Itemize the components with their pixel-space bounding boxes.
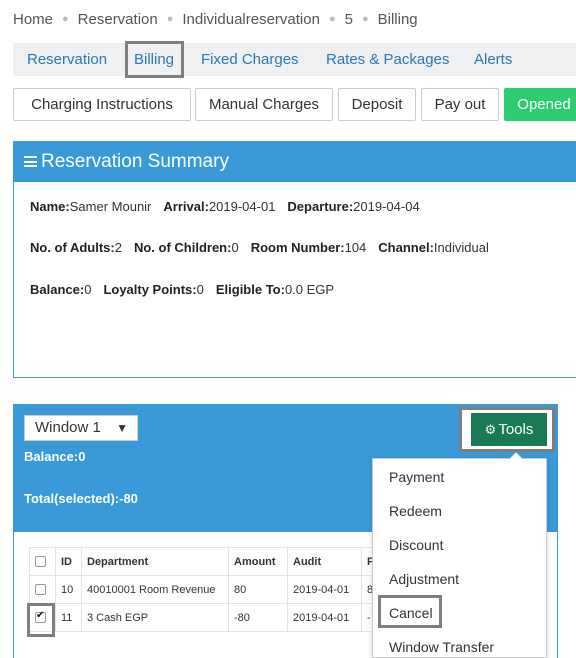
manual-charges-button[interactable]: Manual Charges bbox=[195, 88, 333, 121]
cogs-icon: ⚙ bbox=[484, 422, 497, 437]
room-number: 104 bbox=[344, 240, 367, 255]
row-checkbox[interactable] bbox=[35, 583, 46, 595]
menu-item-discount[interactable]: Discount bbox=[389, 537, 443, 553]
tools-dropdown-menu: Payment Redeem Discount Adjustment Cance… bbox=[372, 452, 547, 658]
reservation-summary-panel: Reservation Summary ❯ Name:Samer MounirA… bbox=[13, 141, 576, 378]
cell-id: 10 bbox=[55, 575, 82, 604]
window-select[interactable]: Window 1 ▼ bbox=[24, 415, 138, 441]
summary-row-stay: No. of Adults:2 No. of Children:0 Room Num… bbox=[30, 240, 489, 255]
summary-row-guest: Name:Samer Mounir Arrival:2019-04-01 Depar… bbox=[30, 199, 420, 214]
caret-down-icon: ▼ bbox=[116, 421, 128, 435]
menu-item-adjustment[interactable]: Adjustment bbox=[389, 571, 459, 587]
tools-button-label: Tools bbox=[498, 421, 534, 438]
cancel-item-highlight bbox=[378, 595, 442, 628]
cell-amount: 80 bbox=[228, 575, 288, 604]
breadcrumb-id[interactable]: 5 bbox=[345, 11, 353, 28]
column-header-department[interactable]: Department bbox=[81, 547, 229, 576]
tab-alerts[interactable]: Alerts bbox=[474, 43, 512, 76]
breadcrumb-home[interactable]: Home bbox=[13, 11, 53, 28]
breadcrumb-separator: ● bbox=[361, 13, 369, 25]
window-balance: Balance:0 bbox=[24, 449, 86, 464]
summary-row-balance: Balance:0 Loyalty Points:0 Eligible To:0.0… bbox=[30, 282, 335, 297]
select-all-checkbox[interactable] bbox=[35, 555, 46, 567]
table-row[interactable]: 10 40010001 Room Revenue 80 2019-04-01 8 bbox=[29, 575, 382, 604]
cell-amount: -80 bbox=[228, 603, 288, 632]
cell-audit: 2019-04-01 bbox=[287, 603, 362, 632]
deposit-button[interactable]: Deposit bbox=[338, 88, 416, 121]
select-all-cell bbox=[29, 547, 56, 576]
breadcrumb: Home ● Reservation ● Individualreservation ● 5… bbox=[13, 11, 418, 28]
departure-date: 2019-04-04 bbox=[353, 199, 420, 214]
tab-reservation[interactable]: Reservation bbox=[27, 43, 107, 76]
tab-bar: Reservation Billing Fixed Charges Rates … bbox=[13, 43, 576, 76]
cell-id: 11 bbox=[55, 603, 82, 632]
summary-balance: 0 bbox=[84, 282, 92, 297]
window-select-value: Window 1 bbox=[35, 419, 101, 436]
menu-icon bbox=[24, 156, 37, 167]
opened-button[interactable]: Opened bbox=[504, 88, 576, 121]
table-header-row: ID Department Amount Audit F bbox=[29, 547, 382, 576]
guest-name: Samer Mounir bbox=[69, 199, 152, 214]
breadcrumb-reservation[interactable]: Reservation bbox=[78, 11, 158, 28]
reservation-summary-header[interactable]: Reservation Summary ❯ bbox=[14, 142, 576, 182]
billing-tab-highlight bbox=[125, 41, 184, 78]
breadcrumb-current: Billing bbox=[377, 11, 418, 28]
table-row[interactable]: 11 3 Cash EGP -80 2019-04-01 - bbox=[29, 603, 382, 632]
breadcrumb-separator: ● bbox=[62, 13, 69, 25]
charges-table: ID Department Amount Audit F 10 40010001… bbox=[29, 547, 382, 632]
pay-out-button[interactable]: Pay out bbox=[421, 88, 499, 121]
tab-rates-packages[interactable]: Rates & Packages bbox=[326, 43, 449, 76]
menu-item-window-transfer[interactable]: Window Transfer bbox=[389, 639, 494, 655]
column-header-amount[interactable]: Amount bbox=[228, 547, 288, 576]
loyalty-points: 0 bbox=[196, 282, 204, 297]
adults-count: 2 bbox=[114, 240, 122, 255]
children-count: 0 bbox=[231, 240, 239, 255]
cell-department: 3 Cash EGP bbox=[81, 603, 229, 632]
checkbox-highlight bbox=[27, 603, 55, 637]
column-header-id[interactable]: ID bbox=[55, 547, 82, 576]
channel: Individual bbox=[433, 240, 489, 255]
breadcrumb-individualreservation[interactable]: Individualreservation bbox=[182, 11, 320, 28]
eligible-to: 0.0 EGP bbox=[284, 282, 335, 297]
arrival-date: 2019-04-01 bbox=[208, 199, 276, 214]
window-total-selected: Total(selected):-80 bbox=[24, 491, 138, 506]
tools-button[interactable]: ⚙ Tools bbox=[471, 413, 547, 446]
breadcrumb-separator: ● bbox=[328, 13, 336, 25]
menu-item-redeem[interactable]: Redeem bbox=[389, 503, 442, 519]
column-header-audit[interactable]: Audit bbox=[287, 547, 362, 576]
reservation-summary-title: Reservation Summary bbox=[41, 151, 229, 172]
menu-item-payment[interactable]: Payment bbox=[389, 469, 444, 485]
cell-audit: 2019-04-01 bbox=[287, 575, 362, 604]
tab-fixed-charges[interactable]: Fixed Charges bbox=[201, 43, 299, 76]
breadcrumb-separator: ● bbox=[166, 13, 174, 25]
charging-instructions-button[interactable]: Charging Instructions bbox=[13, 88, 191, 121]
row-select-cell bbox=[29, 575, 56, 604]
cell-department: 40010001 Room Revenue bbox=[81, 575, 229, 604]
